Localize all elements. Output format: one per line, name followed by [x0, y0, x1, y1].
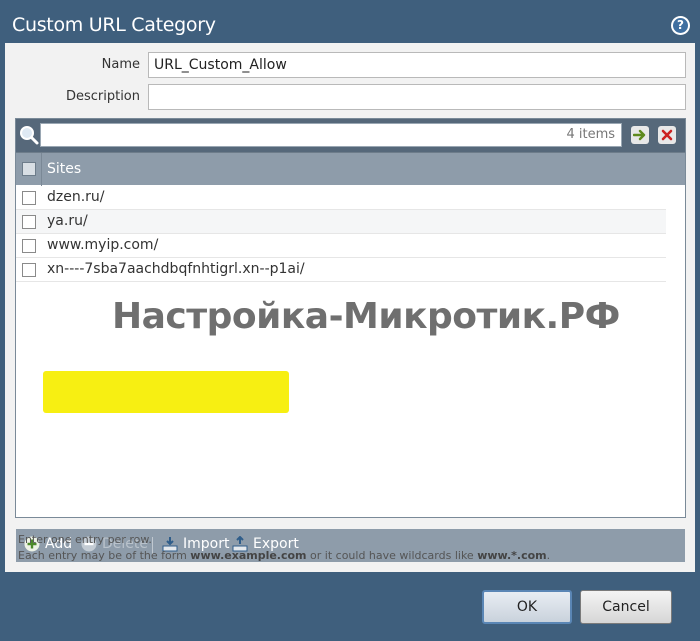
- hint-line-1: Enter one entry per row.: [18, 533, 152, 546]
- hint-line-2: Each entry may be of the form www.exampl…: [18, 549, 551, 562]
- name-field[interactable]: URL_Custom_Allow: [148, 52, 686, 78]
- apply-filter-button[interactable]: [631, 126, 649, 144]
- grid-toolbar: 4 items: [16, 119, 685, 152]
- select-all-checkbox[interactable]: [22, 162, 36, 176]
- site-entry: dzen.ru/: [47, 189, 105, 205]
- custom-url-category-dialog: Custom URL Category ? Name URL_Custom_Al…: [0, 0, 700, 641]
- description-label: Description: [65, 89, 140, 104]
- row-checkbox[interactable]: [22, 191, 36, 205]
- row-checkbox[interactable]: [22, 215, 36, 229]
- sites-column-header[interactable]: Sites: [47, 161, 81, 177]
- highlight-marker: [43, 371, 289, 413]
- grid-header: Sites: [16, 152, 685, 186]
- cancel-button[interactable]: Cancel: [580, 590, 672, 624]
- question-mark-icon[interactable]: ?: [671, 16, 690, 35]
- row-checkbox[interactable]: [22, 263, 36, 277]
- table-row[interactable]: www.myip.com/: [16, 234, 666, 258]
- watermark-text: Настройка-Микротик.РФ: [112, 296, 620, 337]
- table-row[interactable]: xn----7sba7aachdbqfnhtigrl.xn--p1ai/: [16, 258, 666, 282]
- dialog-title: Custom URL Category: [12, 14, 216, 36]
- description-field[interactable]: [148, 84, 686, 110]
- site-entry: www.myip.com/: [47, 237, 159, 253]
- site-entry: xn----7sba7aachdbqfnhtigrl.xn--p1ai/: [47, 261, 305, 277]
- clear-filter-button[interactable]: [658, 126, 676, 144]
- close-icon: [661, 129, 673, 141]
- ok-button[interactable]: OK: [482, 590, 572, 624]
- table-row[interactable]: ya.ru/: [16, 210, 666, 234]
- site-entry: ya.ru/: [47, 213, 88, 229]
- search-icon: [20, 126, 39, 145]
- name-label: Name: [101, 57, 140, 72]
- arrow-right-icon: [633, 129, 646, 141]
- table-row[interactable]: dzen.ru/: [16, 186, 666, 210]
- search-input[interactable]: 4 items: [40, 123, 622, 147]
- row-checkbox[interactable]: [22, 239, 36, 253]
- item-count: 4 items: [566, 127, 615, 142]
